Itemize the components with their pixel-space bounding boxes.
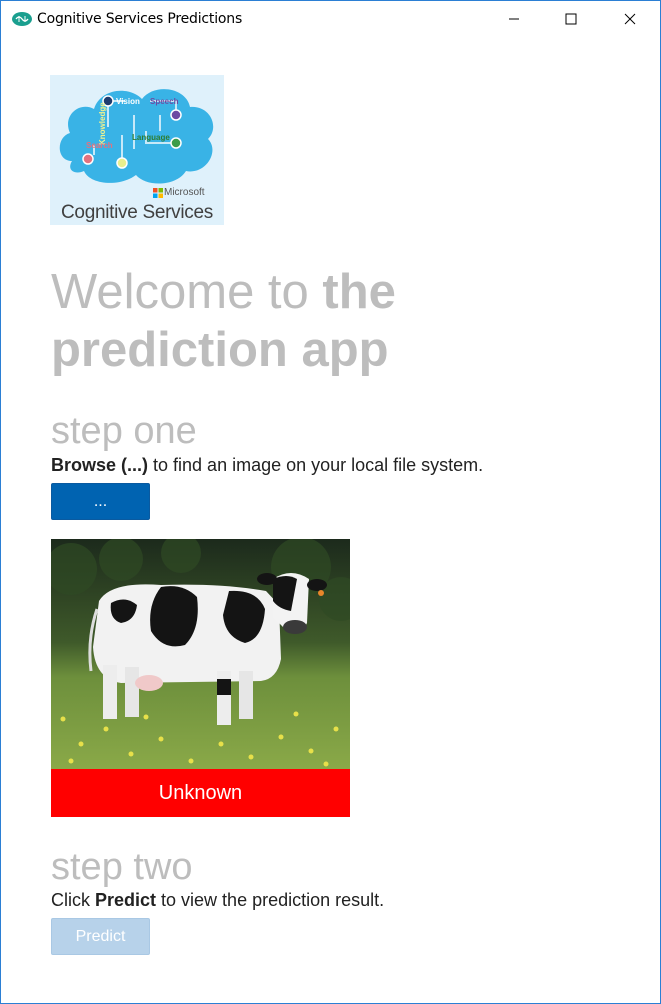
close-icon (624, 13, 636, 25)
maximize-button[interactable] (542, 1, 600, 37)
title-bar[interactable]: Cognitive Services Predictions (1, 1, 660, 37)
logo-label-vision: Vision (116, 97, 140, 106)
step-two-instruction-bold: Predict (95, 890, 157, 910)
logo-label-knowledge: Knowledge (98, 102, 107, 145)
minimize-button[interactable] (485, 1, 543, 37)
brain-icon (12, 12, 32, 26)
prediction-result-text: Unknown (158, 781, 243, 804)
cow-image (51, 539, 350, 769)
browse-button[interactable]: ... (51, 483, 150, 520)
logo-label-language: Language (132, 133, 170, 142)
maximize-icon (565, 13, 577, 25)
step-one-heading: step one (51, 410, 197, 452)
step-two-instruction: Click Predict to view the prediction res… (51, 889, 384, 911)
step-one-instruction-text: to find an image on your local file syst… (148, 455, 484, 475)
logo-label-search: Search (86, 141, 113, 150)
app-window: Cognitive Services Predictions Vision Sp… (0, 0, 661, 1004)
close-button[interactable] (601, 1, 659, 37)
welcome-prefix: Welcome to (51, 265, 323, 319)
cognitive-services-logo: Vision Speech Knowledge Language Search … (50, 75, 224, 225)
step-one-instruction-bold: Browse (...) (51, 455, 149, 475)
predict-button[interactable]: Predict (51, 918, 150, 955)
minimize-icon (509, 18, 519, 20)
step-two-instruction-pre: Click (51, 890, 95, 910)
step-two-instruction-text: to view the prediction result. (156, 890, 385, 910)
microsoft-logo-icon (153, 188, 163, 198)
welcome-heading: Welcome to the prediction app (51, 263, 611, 379)
image-preview (51, 539, 350, 769)
logo-brand: Microsoft (164, 187, 205, 198)
window-title: Cognitive Services Predictions (37, 11, 243, 27)
step-two-heading: step two (51, 846, 193, 888)
prediction-result-label: Unknown (51, 769, 350, 817)
logo-label-speech: Speech (150, 97, 179, 106)
logo-caption: Cognitive Services (61, 202, 213, 223)
step-one-instruction: Browse (...) to find an image on your lo… (51, 454, 483, 476)
